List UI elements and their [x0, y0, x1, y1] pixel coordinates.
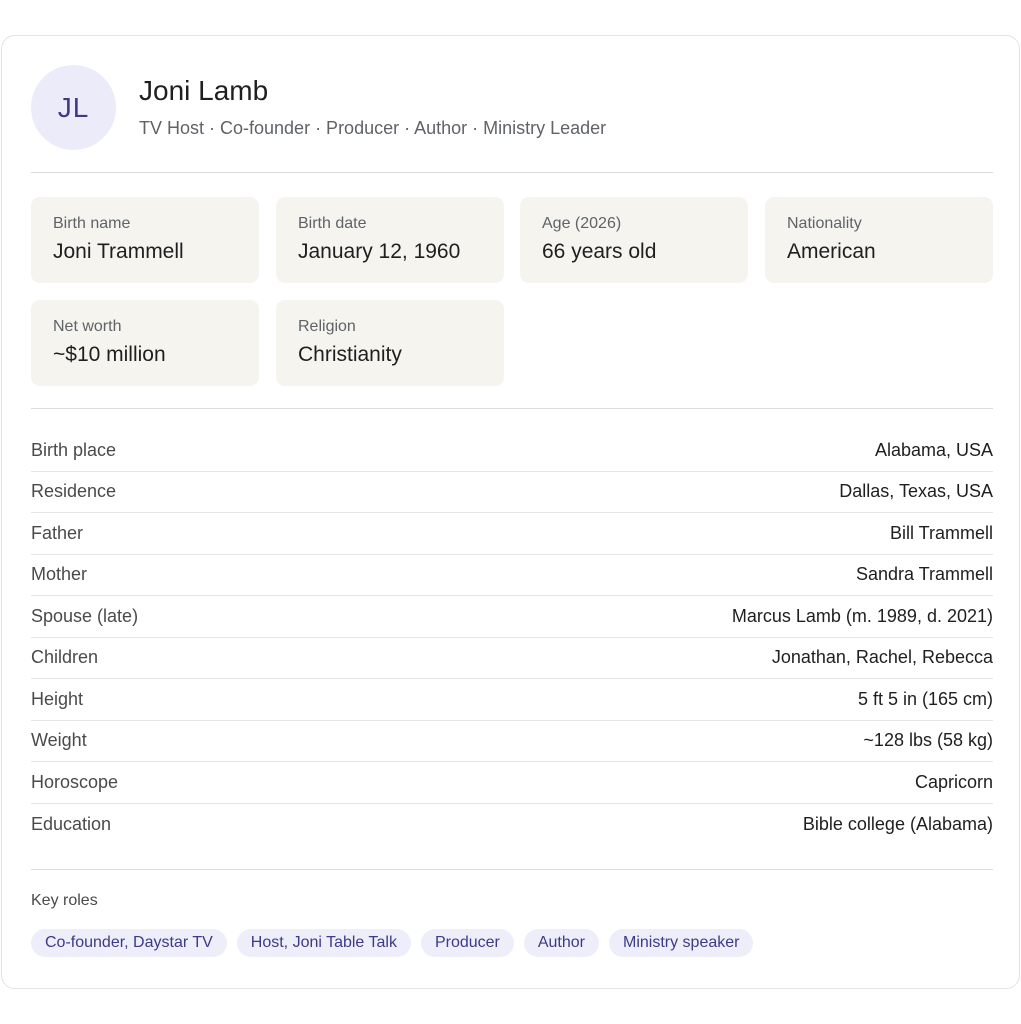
fact-row-spouse: Spouse (late) Marcus Lamb (m. 1989, d. 2… — [31, 596, 993, 638]
fact-row-mother: Mother Sandra Trammell — [31, 555, 993, 596]
fact-row-horoscope: Horoscope Capricorn — [31, 762, 993, 804]
stat-birth-date: Birth date January 12, 1960 — [276, 197, 504, 283]
role-chip[interactable]: Co-founder, Daystar TV — [31, 929, 227, 957]
role-chip[interactable]: Host, Joni Table Talk — [236, 929, 411, 957]
stat-label: Birth name — [53, 215, 131, 232]
fact-label: Mother — [31, 564, 88, 585]
fact-value: Marcus Lamb (m. 1989, d. 2021) — [731, 605, 993, 626]
stat-net-worth: Net worth ~$10 million — [31, 300, 259, 386]
profile-card: JL Joni Lamb TV Host · Co-founder · Prod… — [1, 35, 1020, 989]
fact-value: Jonathan, Rachel, Rebecca — [771, 647, 993, 668]
role-chip[interactable]: Ministry speaker — [609, 929, 754, 957]
fact-label: Weight — [31, 730, 87, 751]
stat-value: 66 years old — [542, 240, 657, 263]
fact-row-education: Education Bible college (Alabama) — [31, 804, 993, 846]
stat-age: Age (2026) 66 years old — [520, 197, 748, 283]
stat-value: January 12, 1960 — [298, 240, 461, 263]
stat-label: Net worth — [53, 318, 122, 335]
fact-label: Residence — [31, 481, 117, 502]
stat-value: ~$10 million — [53, 343, 166, 366]
profile-header: JL Joni Lamb TV Host · Co-founder · Prod… — [31, 65, 993, 173]
facts-divider — [31, 869, 993, 870]
fact-label: Children — [31, 647, 99, 668]
fact-row-height: Height 5 ft 5 in (165 cm) — [31, 679, 993, 721]
fact-value: 5 ft 5 in (165 cm) — [857, 688, 993, 709]
fact-row-weight: Weight ~128 lbs (58 kg) — [31, 721, 993, 762]
stat-nationality: Nationality American — [765, 197, 993, 283]
fact-row-residence: Residence Dallas, Texas, USA — [31, 472, 993, 513]
stat-value: Christianity — [298, 343, 402, 366]
key-roles-chips: Co-founder, Daystar TV Host, Joni Table … — [31, 929, 754, 957]
stat-label: Birth date — [298, 215, 367, 232]
fact-label: Horoscope — [31, 771, 119, 792]
avatar: JL — [31, 65, 116, 150]
stat-value: Joni Trammell — [53, 240, 184, 263]
stat-value: American — [787, 240, 876, 263]
fact-label: Father — [31, 522, 84, 543]
fact-row-birth-place: Birth place Alabama, USA — [31, 430, 993, 472]
key-roles-title: Key roles — [31, 892, 98, 909]
fact-row-children: Children Jonathan, Rachel, Rebecca — [31, 638, 993, 679]
stats-divider — [31, 408, 993, 409]
role-chip[interactable]: Producer — [420, 929, 514, 957]
fact-value: Sandra Trammell — [855, 564, 993, 585]
fact-value: Dallas, Texas, USA — [839, 481, 993, 502]
stat-birth-name: Birth name Joni Trammell — [31, 197, 259, 283]
fact-value: Bill Trammell — [889, 522, 993, 543]
role-chip[interactable]: Author — [523, 929, 599, 957]
fact-label: Birth place — [31, 439, 117, 460]
stat-religion: Religion Christianity — [276, 300, 504, 386]
fact-row-father: Father Bill Trammell — [31, 513, 993, 555]
fact-label: Height — [31, 688, 84, 709]
facts-list: Birth place Alabama, USA Residence Dalla… — [31, 430, 993, 845]
fact-value: Capricorn — [914, 771, 993, 792]
stat-label: Age (2026) — [542, 215, 622, 232]
fact-value: Alabama, USA — [874, 439, 993, 460]
fact-value: ~128 lbs (58 kg) — [863, 730, 993, 751]
fact-value: Bible college (Alabama) — [802, 813, 993, 834]
header-divider — [31, 172, 993, 173]
fact-label: Spouse (late) — [31, 605, 139, 626]
profile-subtitle: TV Host · Co-founder · Producer · Author… — [139, 118, 607, 138]
profile-name: Joni Lamb — [139, 75, 269, 106]
stat-label: Religion — [298, 318, 356, 335]
stat-label: Nationality — [787, 215, 862, 232]
fact-label: Education — [31, 813, 112, 834]
